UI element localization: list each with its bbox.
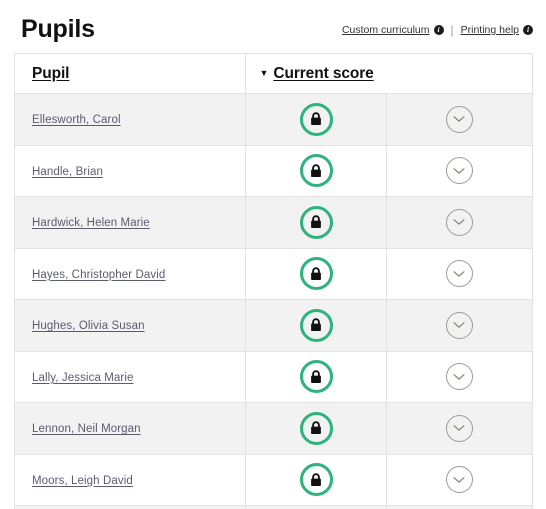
lock-icon[interactable] — [299, 463, 333, 497]
pupil-link[interactable]: Lennon, Neil Morgan — [32, 423, 141, 435]
lock-icon[interactable] — [299, 360, 333, 394]
pupil-name-cell: Hughes, Olivia Susan — [14, 299, 246, 352]
table-row: Lennon, Neil Morgan — [14, 402, 533, 455]
table-body: Ellesworth, Carol Handle, Brian Hardwick… — [14, 93, 533, 509]
pupil-link[interactable]: Hardwick, Helen Marie — [32, 217, 150, 229]
pupils-table-wrapper: Pupil ▼ Current score Ellesworth, Carol — [14, 53, 533, 509]
chevron-down-icon[interactable] — [445, 466, 473, 494]
page-title: Pupils — [21, 14, 95, 43]
pupil-name-cell: Handle, Brian — [14, 145, 246, 197]
lock-icon[interactable] — [299, 102, 333, 136]
pupil-link[interactable]: Hughes, Olivia Susan — [32, 320, 145, 332]
chevron-down-icon[interactable] — [445, 157, 473, 185]
table-header-row: Pupil ▼ Current score — [14, 53, 533, 94]
lock-icon[interactable] — [299, 308, 333, 342]
sort-descending-caret-icon: ▼ — [259, 67, 269, 78]
sort-by-pupil-link[interactable]: Pupil — [32, 65, 69, 82]
header-links: Custom curriculum i | Printing help i — [342, 19, 533, 37]
row-actions-cell — [385, 454, 533, 506]
pupil-link[interactable]: Lally, Jessica Marie — [32, 372, 134, 384]
current-score-cell — [245, 454, 387, 506]
current-score-cell — [245, 402, 387, 455]
table-row — [14, 505, 533, 509]
chevron-down-icon[interactable] — [445, 414, 473, 442]
chevron-down-icon[interactable] — [445, 311, 473, 339]
lock-icon[interactable] — [299, 154, 333, 188]
row-actions-cell — [385, 248, 533, 300]
table-head: Pupil ▼ Current score — [14, 53, 533, 94]
chevron-down-icon[interactable] — [445, 105, 473, 133]
column-header-pupil: Pupil — [14, 53, 246, 94]
row-actions-cell — [385, 196, 533, 249]
links-divider: | — [450, 23, 454, 37]
table-row: Hayes, Christopher David — [14, 248, 533, 300]
current-score-cell — [245, 505, 387, 509]
pupil-name-cell: Hayes, Christopher David — [14, 248, 246, 300]
current-score-cell — [245, 248, 387, 300]
chevron-down-icon[interactable] — [445, 260, 473, 288]
pupil-name-cell: Ellesworth, Carol — [14, 93, 246, 146]
pupil-link[interactable]: Hayes, Christopher David — [32, 269, 165, 281]
table-row: Ellesworth, Carol — [14, 93, 533, 146]
pupil-link[interactable]: Handle, Brian — [32, 166, 103, 178]
chevron-down-icon[interactable] — [445, 363, 473, 391]
printing-help-link[interactable]: Printing help — [461, 24, 519, 36]
table-row: Lally, Jessica Marie — [14, 351, 533, 403]
lock-icon[interactable] — [299, 257, 333, 291]
current-score-cell — [245, 299, 387, 352]
lock-icon[interactable] — [299, 205, 333, 239]
table-row: Handle, Brian — [14, 145, 533, 197]
current-score-cell — [245, 351, 387, 403]
pupil-name-cell: Lennon, Neil Morgan — [14, 402, 246, 455]
chevron-down-icon[interactable] — [445, 208, 473, 236]
lock-icon[interactable] — [299, 411, 333, 445]
table-row: Hughes, Olivia Susan — [14, 299, 533, 352]
pupil-link[interactable]: Ellesworth, Carol — [32, 114, 121, 126]
sort-by-current-score-link[interactable]: Current score — [273, 65, 373, 82]
row-actions-cell — [385, 402, 533, 455]
pupil-name-cell: Moors, Leigh David — [14, 454, 246, 506]
column-header-current-score: ▼ Current score — [245, 53, 533, 94]
pupils-page: Pupils Custom curriculum i | Printing he… — [0, 0, 546, 509]
info-icon[interactable]: i — [433, 25, 444, 35]
row-actions-cell — [385, 93, 533, 146]
row-actions-cell — [385, 299, 533, 352]
pupil-name-cell — [14, 505, 246, 509]
row-actions-cell — [385, 351, 533, 403]
table-row: Moors, Leigh David — [14, 454, 533, 506]
info-icon[interactable]: i — [523, 25, 533, 35]
row-actions-cell — [385, 145, 533, 197]
pupil-name-cell: Lally, Jessica Marie — [14, 351, 246, 403]
page-header: Pupils Custom curriculum i | Printing he… — [0, 0, 546, 56]
table-row: Hardwick, Helen Marie — [14, 196, 533, 249]
custom-curriculum-link[interactable]: Custom curriculum — [342, 24, 430, 36]
pupils-table: Pupil ▼ Current score Ellesworth, Carol — [14, 53, 533, 509]
pupil-link[interactable]: Moors, Leigh David — [32, 475, 133, 487]
current-score-cell — [245, 145, 387, 197]
pupil-name-cell: Hardwick, Helen Marie — [14, 196, 246, 249]
custom-curriculum-link-group: Custom curriculum i — [342, 24, 444, 36]
row-actions-cell — [385, 505, 533, 509]
current-score-cell — [245, 196, 387, 249]
current-score-cell — [245, 93, 387, 146]
printing-help-link-group: Printing help i — [461, 24, 533, 36]
